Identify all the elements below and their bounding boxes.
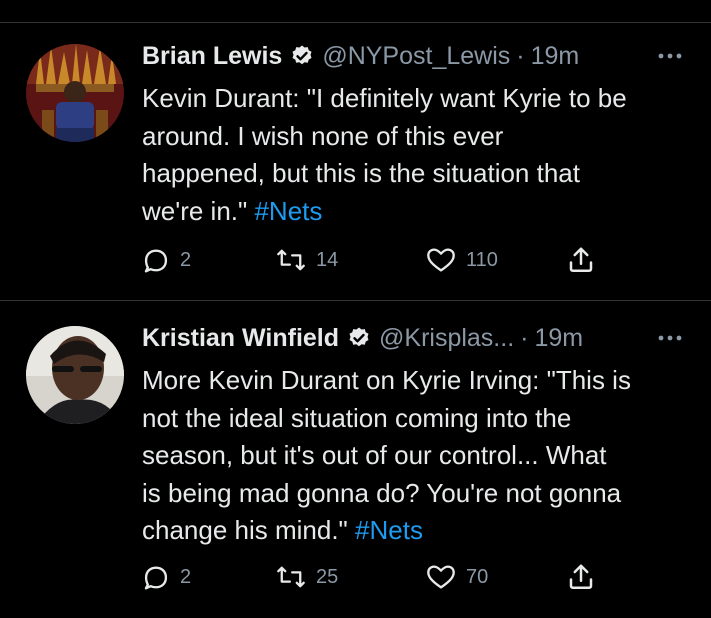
tweet-text: More Kevin Durant on Kyrie Irving: "This… — [142, 362, 694, 550]
tweet-text-line: happened, but this is the situation that — [142, 158, 580, 188]
like-icon — [427, 565, 455, 589]
reply-icon — [144, 566, 168, 590]
avatar[interactable] — [26, 326, 124, 424]
timestamp[interactable]: 19m — [531, 42, 580, 71]
tweet-text-line: we're in." — [142, 195, 248, 226]
like-button[interactable]: 70 — [426, 560, 488, 594]
retweet-icon — [277, 566, 305, 588]
tweet[interactable]: Kristian Winfield @Krisplas... · 19m Mor… — [0, 300, 711, 618]
reply-count: 2 — [180, 248, 192, 271]
timestamp[interactable]: 19m — [534, 324, 583, 353]
like-icon — [427, 248, 455, 272]
like-button[interactable]: 110 — [426, 243, 498, 277]
tweet-actions: 2 14 110 — [142, 243, 662, 277]
tweet[interactable]: Brian Lewis @NYPost_Lewis · 19m Kevin Du… — [0, 0, 711, 300]
tweet-header: Kristian Winfield @Krisplas... · 19m — [142, 320, 687, 356]
retweet-button[interactable]: 14 — [276, 243, 338, 277]
tweet-text-line: change his mind." — [142, 515, 348, 545]
tweet-actions: 2 25 70 — [142, 560, 662, 594]
share-button[interactable] — [566, 243, 596, 277]
share-button[interactable] — [566, 560, 596, 594]
tweet-text-line: Kevin Durant: "I definitely want Kyrie t… — [142, 83, 627, 113]
avatar-image — [26, 44, 124, 142]
separator: · — [516, 41, 525, 70]
tweet-text-line: is being mad gonna do? You're not gonna — [142, 477, 622, 508]
verified-badge-icon — [290, 44, 314, 68]
tweet-text-line: around. I wish none of this ever — [142, 120, 504, 151]
hashtag-link[interactable]: #Nets — [254, 196, 322, 226]
verified-badge-icon — [347, 326, 371, 350]
author-name[interactable]: Kristian Winfield — [142, 324, 339, 353]
tweet-text: Kevin Durant: "I definitely want Kyrie t… — [142, 80, 694, 230]
author-handle[interactable]: @NYPost_Lewis — [322, 42, 510, 71]
tweet-text-line: More Kevin Durant on Kyrie Irving: "This… — [142, 365, 631, 395]
avatar-image — [26, 326, 124, 424]
more-options-icon[interactable] — [653, 320, 687, 356]
reply-button[interactable]: 2 — [142, 560, 191, 594]
tweet-header: Brian Lewis @NYPost_Lewis · 19m — [142, 38, 687, 74]
retweet-count: 14 — [316, 248, 339, 271]
tweet-text-line: not the ideal situation coming into the — [142, 402, 572, 433]
reply-button[interactable]: 2 — [142, 243, 191, 277]
retweet-count: 25 — [316, 565, 339, 588]
share-icon — [569, 247, 593, 272]
retweet-icon — [277, 249, 305, 271]
avatar[interactable] — [26, 44, 124, 142]
author-name[interactable]: Brian Lewis — [142, 42, 282, 71]
share-icon — [569, 564, 593, 589]
retweet-button[interactable]: 25 — [276, 560, 338, 594]
like-count: 110 — [466, 248, 498, 271]
more-options-icon[interactable] — [653, 38, 687, 74]
reply-count: 2 — [180, 565, 192, 588]
separator: · — [520, 323, 529, 352]
hashtag-link[interactable]: #Nets — [355, 515, 423, 545]
reply-icon — [144, 249, 168, 273]
tweet-text-line: season, but it's out of our control... W… — [142, 440, 607, 470]
like-count: 70 — [466, 565, 489, 588]
author-handle[interactable]: @Krisplas... — [379, 324, 514, 353]
